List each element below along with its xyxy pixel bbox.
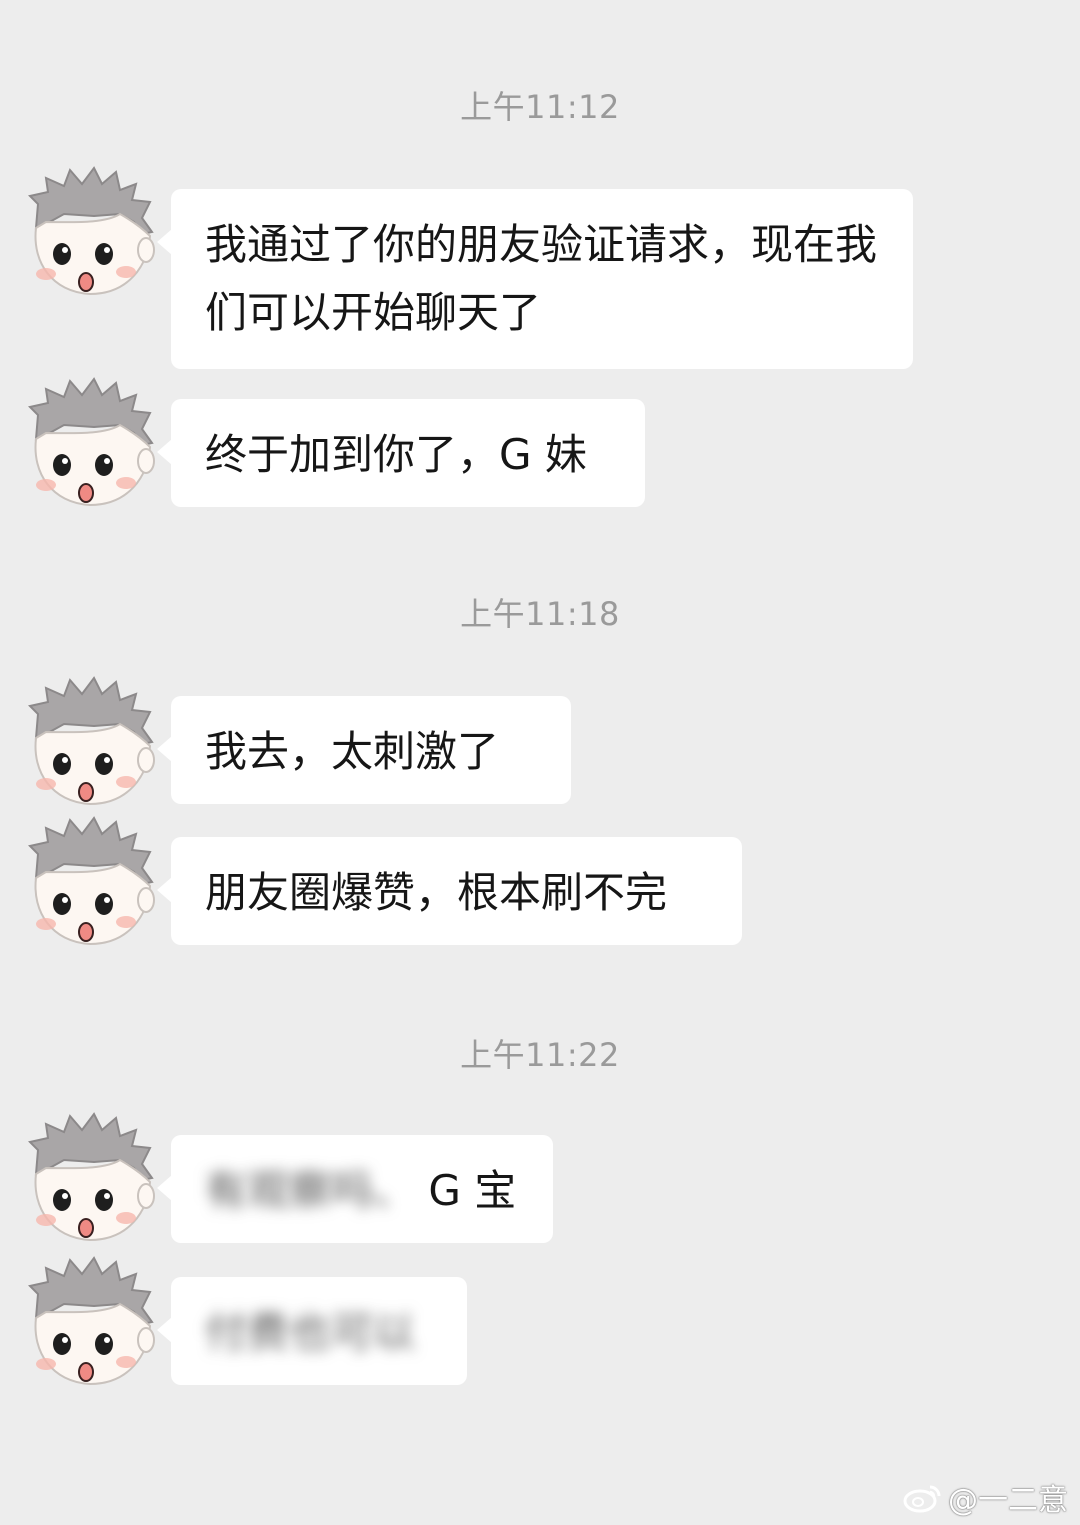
contact-avatar[interactable]: [24, 1256, 158, 1390]
timestamp: 上午11:12: [460, 88, 620, 126]
message-bubble[interactable]: 我通过了你的朋友验证请求，现在我们可以开始聊天了: [157, 189, 913, 369]
contact-avatar[interactable]: [24, 377, 158, 511]
contact-avatar[interactable]: [24, 816, 158, 950]
message-text-blurred: 付费也可以: [205, 1308, 416, 1357]
message-bubble[interactable]: 终于加到你了，G 妹: [157, 399, 645, 507]
timestamp: 上午11:22: [460, 1036, 620, 1074]
watermark-text: @一二意: [948, 1483, 1068, 1518]
watermark: @一二意: [902, 1475, 1068, 1519]
message-bubble[interactable]: 我去，太刺激了: [157, 696, 571, 804]
message-bubble[interactable]: 有观察吗、 G 宝: [157, 1135, 553, 1243]
message-text: 我去，太刺激了: [205, 727, 500, 776]
message-text: 终于加到你了，G 妹: [205, 430, 587, 479]
contact-avatar[interactable]: [24, 166, 158, 300]
contact-avatar[interactable]: [24, 676, 158, 810]
contact-avatar[interactable]: [24, 1112, 158, 1246]
message-text: G 宝: [428, 1166, 517, 1215]
message-text: 我通过了你的朋友验证请求，现在我们可以开始聊天了: [205, 220, 878, 337]
message-bubble[interactable]: 付费也可以: [157, 1277, 467, 1385]
message-text-blurred: 有观察吗、: [205, 1166, 416, 1215]
weibo-icon: [903, 1485, 941, 1513]
message-bubble[interactable]: 朋友圈爆赞，根本刷不完: [157, 837, 742, 945]
message-text: 朋友圈爆赞，根本刷不完: [205, 868, 668, 917]
timestamp: 上午11:18: [460, 595, 620, 633]
